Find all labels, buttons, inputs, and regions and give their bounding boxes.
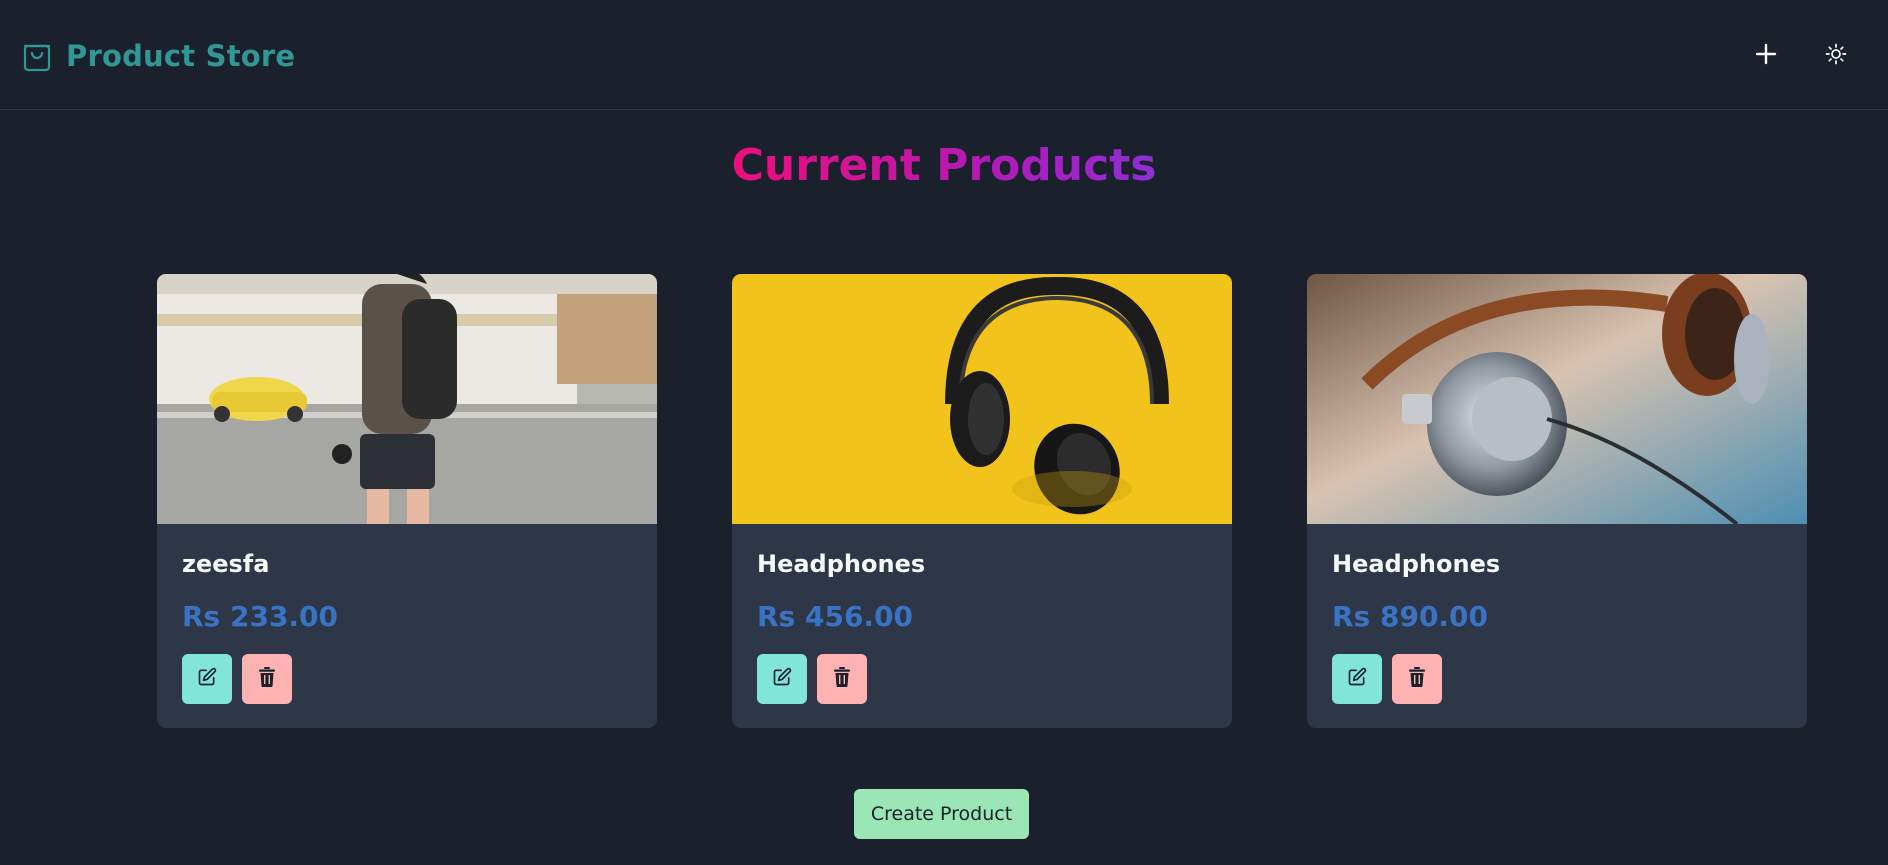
product-name: Headphones — [757, 550, 926, 578]
edit-button[interactable] — [1332, 654, 1382, 704]
trash-icon — [258, 667, 276, 691]
shopping-bag-icon — [22, 40, 52, 72]
product-image — [1307, 274, 1807, 524]
product-image — [732, 274, 1232, 524]
delete-button[interactable] — [242, 654, 292, 704]
product-card: zeesfa Rs 233.00 — [157, 274, 657, 728]
create-product-button[interactable]: Create Product — [854, 789, 1029, 839]
product-name: zeesfa — [182, 550, 270, 578]
plus-icon — [1755, 43, 1777, 65]
trash-icon — [1408, 667, 1426, 691]
theme-toggle-button[interactable] — [1814, 34, 1858, 74]
delete-button[interactable] — [1392, 654, 1442, 704]
edit-icon — [1347, 667, 1367, 691]
product-card: Headphones Rs 890.00 — [1307, 274, 1807, 728]
brand-title: Product Store — [66, 39, 296, 73]
edit-icon — [772, 667, 792, 691]
product-price: Rs 456.00 — [757, 600, 914, 633]
edit-button[interactable] — [757, 654, 807, 704]
trash-icon — [833, 667, 851, 691]
product-card: Headphones Rs 456.00 — [732, 274, 1232, 728]
delete-button[interactable] — [817, 654, 867, 704]
edit-icon — [197, 667, 217, 691]
brand[interactable]: Product Store — [22, 36, 295, 76]
product-name: Headphones — [1332, 550, 1501, 578]
navbar: Product Store — [0, 0, 1888, 110]
product-price: Rs 890.00 — [1332, 600, 1489, 633]
page-title: Current Products — [731, 140, 1157, 191]
add-product-button[interactable] — [1744, 34, 1788, 74]
product-price: Rs 233.00 — [182, 600, 339, 633]
product-image — [157, 274, 657, 524]
edit-button[interactable] — [182, 654, 232, 704]
sun-icon — [1825, 43, 1847, 65]
